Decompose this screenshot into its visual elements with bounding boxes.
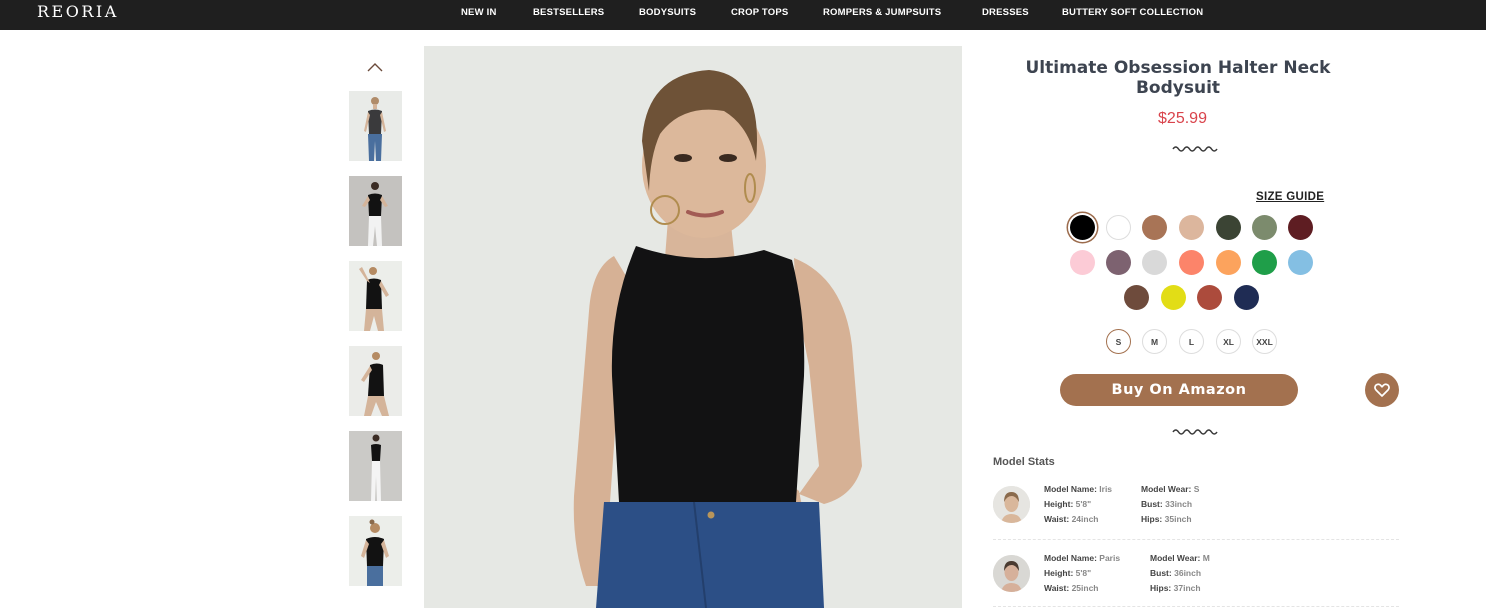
model-avatar — [993, 486, 1030, 523]
model-waist-stat: Waist: 25inch — [1044, 583, 1099, 593]
color-swatch-sky-blue[interactable] — [1288, 250, 1313, 275]
thumbnail-model-image — [349, 91, 402, 161]
model-hips-stat: Hips: 35inch — [1141, 514, 1192, 524]
color-swatch-coral[interactable] — [1179, 250, 1204, 275]
model-bust-stat: Bust: 36inch — [1150, 568, 1202, 578]
heart-icon — [1374, 383, 1390, 397]
stats-divider — [993, 606, 1399, 607]
gallery-up-arrow-icon[interactable] — [366, 60, 384, 74]
color-swatch-rust[interactable] — [1197, 285, 1222, 310]
nav-item-bodysuits[interactable]: BODYSUITS — [639, 7, 696, 18]
model-name-stat: Model Name: Paris — [1044, 553, 1121, 563]
size-option-m[interactable]: M — [1142, 329, 1167, 354]
model-photo — [424, 46, 962, 608]
thumbnail-6[interactable] — [349, 516, 402, 586]
color-swatch-light-gray[interactable] — [1142, 250, 1167, 275]
model-name-stat: Model Name: Iris — [1044, 484, 1113, 494]
thumbnail-model-image — [349, 431, 402, 501]
model-hips-stat: Hips: 37inch — [1150, 583, 1201, 593]
model-stats-heading: Model Stats — [993, 456, 1055, 468]
color-swatch-olive[interactable] — [1252, 215, 1277, 240]
thumbnail-model-image — [349, 261, 402, 331]
color-swatch-yellow[interactable] — [1161, 285, 1186, 310]
color-swatch-chocolate[interactable] — [1124, 285, 1149, 310]
size-option-l[interactable]: L — [1179, 329, 1204, 354]
product-title: Ultimate Obsession Halter Neck Bodysuit — [1025, 58, 1331, 98]
model-height-stat: Height: 5'8" — [1044, 499, 1092, 509]
nav-item-crop-tops[interactable]: CROP TOPS — [731, 7, 788, 18]
model-waist-stat: Waist: 24inch — [1044, 514, 1099, 524]
size-option-xxl[interactable]: XXL — [1252, 329, 1277, 354]
product-price: $25.99 — [1158, 110, 1207, 127]
model-bust-stat: Bust: 33inch — [1141, 499, 1193, 509]
color-swatch-green[interactable] — [1252, 250, 1277, 275]
color-swatch-beige[interactable] — [1179, 215, 1204, 240]
color-swatch-burgundy[interactable] — [1288, 215, 1313, 240]
thumbnail-3[interactable] — [349, 261, 402, 331]
buy-on-amazon-button[interactable]: Buy On Amazon — [1060, 374, 1298, 406]
wishlist-button[interactable] — [1365, 373, 1399, 407]
thumbnail-5[interactable] — [349, 431, 402, 501]
size-option-xl[interactable]: XL — [1216, 329, 1241, 354]
color-swatch-navy[interactable] — [1234, 285, 1259, 310]
squiggle-divider-icon — [1172, 146, 1218, 152]
color-swatch-dark-green[interactable] — [1216, 215, 1241, 240]
thumbnail-2[interactable] — [349, 176, 402, 246]
thumbnail-model-image — [349, 346, 402, 416]
main-product-image[interactable] — [424, 46, 962, 608]
thumbnail-4[interactable] — [349, 346, 402, 416]
stats-divider — [993, 539, 1399, 540]
thumbnail-model-image — [349, 516, 402, 586]
size-guide-link[interactable]: SIZE GUIDE — [1256, 191, 1324, 203]
nav-item-bestsellers[interactable]: BESTSELLERS — [533, 7, 604, 18]
model-wear-stat: Model Wear: S — [1141, 484, 1200, 494]
model-avatar — [993, 555, 1030, 592]
color-swatch-white[interactable] — [1106, 215, 1131, 240]
model-wear-stat: Model Wear: M — [1150, 553, 1210, 563]
brand-logo[interactable]: REORIA — [37, 2, 119, 21]
nav-item-rompers-jumpsuits[interactable]: ROMPERS & JUMPSUITS — [823, 7, 941, 18]
color-swatch-brown[interactable] — [1142, 215, 1167, 240]
nav-item-dresses[interactable]: DRESSES — [982, 7, 1029, 18]
color-swatch-mauve[interactable] — [1106, 250, 1131, 275]
top-navigation-bar: REORIA NEW IN BESTSELLERS BODYSUITS CROP… — [0, 0, 1486, 30]
nav-item-new-in[interactable]: NEW IN — [461, 7, 497, 18]
thumbnail-1[interactable] — [349, 91, 402, 161]
color-swatch-pink[interactable] — [1070, 250, 1095, 275]
squiggle-divider-icon — [1172, 429, 1218, 435]
color-swatch-orange[interactable] — [1216, 250, 1241, 275]
model-height-stat: Height: 5'8" — [1044, 568, 1092, 578]
color-swatch-black[interactable] — [1070, 215, 1095, 240]
thumbnail-model-image — [349, 176, 402, 246]
size-option-s[interactable]: S — [1106, 329, 1131, 354]
nav-item-buttery-soft-collection[interactable]: BUTTERY SOFT COLLECTION — [1062, 7, 1203, 18]
